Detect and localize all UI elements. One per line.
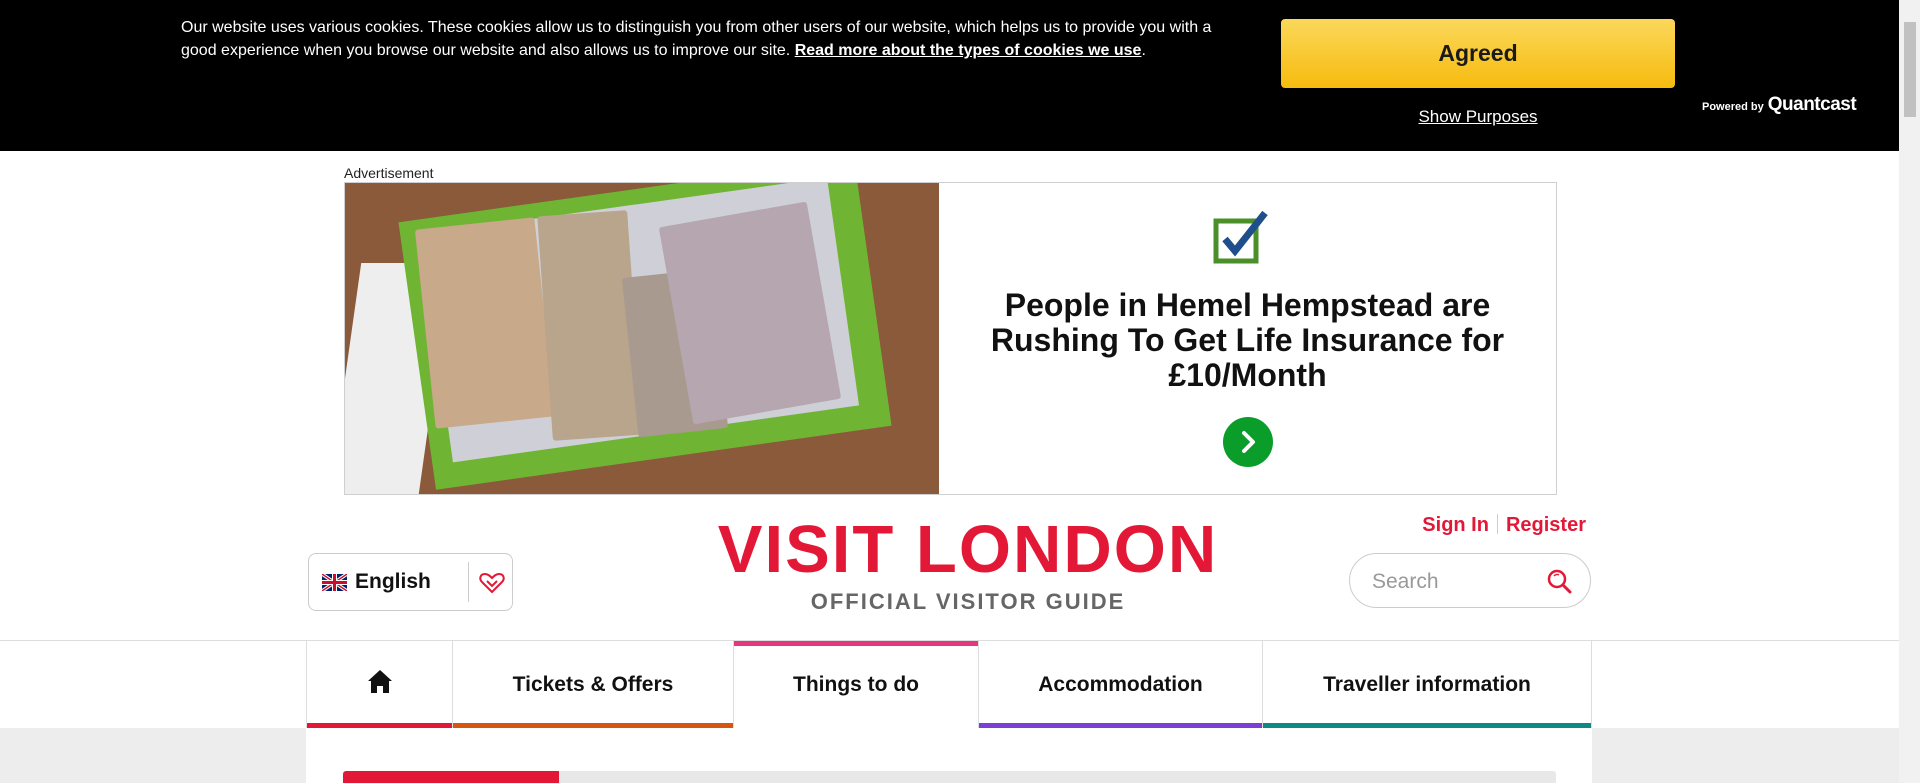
nav-traveller-information[interactable]: Traveller information (1262, 641, 1592, 728)
main-nav: Tickets & Offers Things to do Accommodat… (306, 641, 1592, 728)
cookie-policy-link[interactable]: Read more about the types of cookies we … (795, 42, 1142, 59)
nav-label: Traveller information (1323, 672, 1531, 696)
agree-button[interactable]: Agreed (1281, 19, 1675, 88)
ad-arrow-button[interactable] (1223, 417, 1273, 467)
powered-by-label: Powered by (1702, 101, 1764, 113)
checkbox-tick-icon (1213, 210, 1268, 264)
heart-chevron-down-icon[interactable] (479, 571, 505, 595)
cookie-link-suffix: . (1141, 42, 1146, 59)
content-tab-active[interactable] (343, 771, 559, 783)
chevron-right-icon (1242, 431, 1255, 453)
ad-copy: People in Hemel Hempstead are Rushing To… (939, 183, 1556, 494)
uk-flag-icon (322, 574, 347, 591)
scrollbar-track[interactable] (1899, 0, 1920, 783)
language-divider (468, 562, 469, 602)
nav-tickets-offers[interactable]: Tickets & Offers (452, 641, 733, 728)
language-selector[interactable]: English (308, 553, 513, 611)
logo-tagline: OFFICIAL VISITOR GUIDE (810, 589, 1126, 614)
nav-label: Accommodation (1038, 672, 1203, 696)
scrollbar-thumb[interactable] (1904, 22, 1916, 117)
nav-label: Things to do (793, 672, 919, 696)
search-box[interactable] (1349, 553, 1591, 608)
sign-in-link[interactable]: Sign In (1422, 514, 1489, 536)
nav-things-to-do[interactable]: Things to do (733, 641, 978, 728)
visit-london-logo[interactable]: VISIT LONDON (700, 515, 1236, 585)
ad-label: Advertisement (344, 165, 434, 181)
language-label: English (355, 570, 431, 593)
nav-active-indicator (734, 641, 978, 646)
show-purposes-link[interactable]: Show Purposes (1281, 107, 1675, 127)
ad-headline: People in Hemel Hempstead are Rushing To… (990, 287, 1505, 393)
register-link[interactable]: Register (1506, 514, 1586, 536)
money-bundle (414, 217, 556, 429)
auth-links: Sign In Register (1380, 514, 1586, 537)
search-input[interactable] (1370, 566, 1534, 598)
ad-image (345, 183, 939, 494)
powered-by-quantcast: Powered by Quantcast (1702, 94, 1857, 116)
home-icon (367, 669, 392, 693)
ad-banner[interactable]: People in Hemel Hempstead are Rushing To… (344, 182, 1557, 495)
quantcast-logo: Quantcast (1767, 94, 1857, 115)
auth-divider (1496, 514, 1498, 534)
cookie-banner: Our website uses various cookies. These … (0, 0, 1899, 151)
cookie-message: Our website uses various cookies. These … (181, 16, 1231, 62)
nav-accommodation[interactable]: Accommodation (978, 641, 1262, 728)
search-icon[interactable] (1546, 568, 1572, 594)
nav-home[interactable] (306, 641, 452, 728)
nav-label: Tickets & Offers (512, 672, 674, 696)
